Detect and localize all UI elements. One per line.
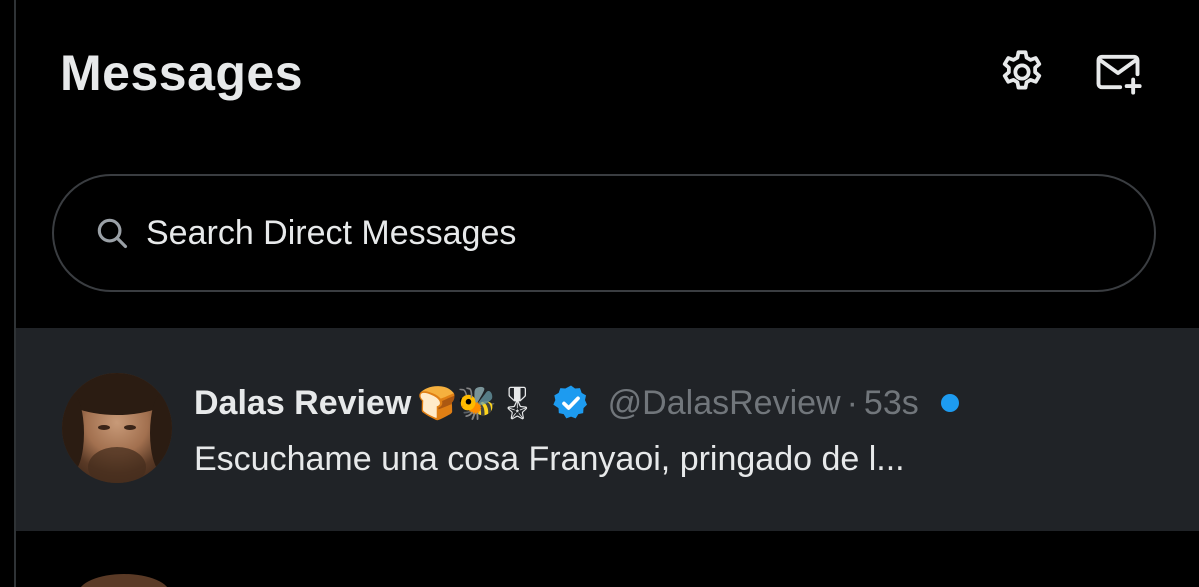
avatar[interactable] [62,373,172,483]
name-emojis: 🍞🐝🎖 [417,384,538,422]
conversation-item[interactable]: Dalas Review 🍞🐝🎖 @DalasReview · 53s Escu… [16,328,1199,531]
search-input[interactable] [146,203,1046,263]
separator: · [846,383,858,422]
message-preview: Escuchame una cosa Franyaoi, pringado de… [194,440,905,478]
conversation-time: 53s [863,383,919,422]
search-box[interactable] [52,174,1156,292]
messages-panel: Messages Search Direct Messages Dalas Re… [14,0,1199,587]
new-message-icon [1096,54,1142,95]
unread-indicator [940,394,959,412]
new-message-button[interactable] [1090,44,1146,100]
verified-badge-icon [550,382,592,424]
search-icon [92,213,132,253]
settings-button[interactable] [994,44,1050,100]
avatar[interactable] [78,574,170,587]
conversation-handle: @DalasReview [607,383,841,422]
gear-icon [1002,50,1042,90]
conversation-name: Dalas Review [194,383,412,422]
messages-header: Messages [16,0,1199,150]
page-title: Messages [60,45,304,101]
conversation-header: Dalas Review 🍞🐝🎖 @DalasReview · 53s [194,378,959,428]
